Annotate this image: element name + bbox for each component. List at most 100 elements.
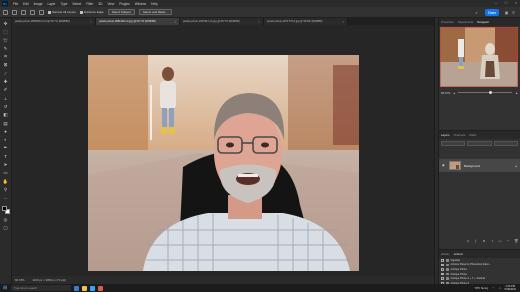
quick-selection-tool-icon[interactable]: ✎ [3, 46, 9, 51]
delete-layer-icon[interactable]: 🗑︎ [514, 239, 518, 243]
menu-edit[interactable]: Edit [23, 2, 29, 6]
more-tools-icon[interactable]: … [3, 195, 9, 200]
tab-document-4[interactable]: pexels-photo-2671775-d.jpg @ 56.6% (RGB/… [264, 18, 348, 25]
quick-selection-tool-icon[interactable] [12, 9, 17, 15]
foreground-color-swatch[interactable] [1, 205, 7, 211]
menu-layer[interactable]: Layer [48, 2, 56, 6]
action-toggle-checkbox[interactable] [441, 268, 444, 271]
select-subject-button[interactable]: Select Subject [107, 9, 135, 15]
tab-properties[interactable]: Properties [441, 20, 454, 24]
zoom-in-icon[interactable]: ▲ [515, 91, 518, 95]
new-layer-icon[interactable]: + [506, 239, 510, 243]
brush-size-icon[interactable] [39, 9, 44, 15]
sample-all-layers-checkbox[interactable]: Sample All Layers [48, 10, 76, 14]
search-icon[interactable]: ⌕ [474, 10, 479, 15]
menu-image[interactable]: Image [34, 2, 43, 6]
brush-tool-icon[interactable]: ✐ [3, 87, 9, 92]
adjustment-layer-icon[interactable]: ◑ [490, 239, 494, 243]
subtract-from-selection-icon[interactable] [30, 9, 35, 15]
wifi-icon[interactable]: ◠ [492, 287, 494, 290]
visibility-eye-icon[interactable]: ◉ [442, 164, 446, 167]
layer-row[interactable]: ◉ Background 🔒︎ [439, 159, 520, 172]
menu-help[interactable]: Help [151, 2, 158, 6]
clone-stamp-tool-icon[interactable]: ⊥ [3, 96, 9, 101]
menu-3d[interactable]: 3D [98, 2, 102, 6]
action-toggle-checkbox[interactable] [441, 259, 444, 262]
tab-document-2[interactable]: pexels-photo-1581320-v4.jpg @ 66.7% (RGB… [96, 18, 180, 25]
close-icon[interactable]: × [90, 20, 92, 24]
menu-filter[interactable]: Filter [86, 2, 93, 6]
add-mask-icon[interactable]: ◘ [482, 239, 486, 243]
blur-tool-icon[interactable]: ● [3, 129, 9, 134]
tab-document-1[interactable]: pexels-photo-1805000-t4.tif @ 66.7% (RGB… [12, 18, 96, 25]
navigator-preview[interactable] [440, 27, 518, 87]
action-toggle-checkbox[interactable] [441, 272, 444, 276]
close-icon[interactable]: × [174, 20, 176, 24]
photoshop-taskbar-icon[interactable] [90, 285, 95, 291]
select-and-mask-button[interactable]: Select and Mask... [138, 9, 172, 15]
lock-icon[interactable]: 🔒︎ [515, 164, 517, 168]
zoom-out-icon[interactable]: ▴ [454, 91, 455, 95]
action-toggle-checkbox[interactable] [441, 277, 444, 280]
new-group-icon[interactable]: ▭ [498, 239, 502, 243]
document-canvas[interactable] [88, 55, 359, 271]
layer-kind-filter[interactable] [441, 141, 466, 146]
blend-mode-select[interactable] [467, 141, 492, 146]
weather-readout[interactable]: 79°F Sunny [475, 287, 489, 290]
zoom-readout[interactable]: 66.67% [15, 278, 25, 282]
navigator-zoom-value[interactable]: 66.67% [441, 91, 451, 95]
tab-paths[interactable]: Paths [469, 133, 476, 137]
shape-tool-icon[interactable]: ▭ [3, 170, 9, 175]
lasso-tool-icon[interactable]: ➰ [3, 38, 9, 43]
tab-history[interactable]: History [441, 252, 450, 256]
zoom-icon[interactable]: ⚲ [511, 10, 516, 15]
share-button[interactable]: Share [485, 9, 499, 16]
frame-tool-icon[interactable]: ⊠ [3, 62, 9, 67]
tab-document-3[interactable]: pexels-photo-1637947-y4.jpg @ 66.7% (RGB… [180, 18, 264, 25]
gradient-tool-icon[interactable]: ▤ [3, 121, 9, 126]
type-tool-icon[interactable]: T [3, 154, 9, 159]
fx-icon[interactable]: ƒ [474, 239, 478, 243]
zoom-slider[interactable] [457, 90, 513, 94]
menu-window[interactable]: Window [135, 2, 146, 6]
color-swatches[interactable] [1, 205, 10, 214]
minimize-icon[interactable]: – [494, 1, 498, 5]
crop-tool-icon[interactable]: ⌗ [3, 54, 9, 59]
clock[interactable]: 4:36 PM 5/18/2022 [504, 285, 516, 291]
zoom-tool-icon[interactable]: ⚲ [3, 187, 9, 192]
windows-start-icon[interactable]: ⊞ [3, 285, 8, 291]
action-toggle-checkbox[interactable] [441, 263, 444, 267]
menu-view[interactable]: View [107, 2, 114, 6]
path-selection-tool-icon[interactable]: ➤ [3, 162, 9, 167]
eyedropper-tool-icon[interactable]: ⁄ [3, 71, 9, 76]
eraser-tool-icon[interactable]: ◧ [3, 112, 9, 117]
marquee-tool-icon[interactable]: ⬚ [3, 29, 9, 34]
chrome-app-icon[interactable] [98, 285, 103, 291]
history-brush-tool-icon[interactable]: ↺ [3, 104, 9, 109]
add-to-selection-icon[interactable] [21, 9, 26, 15]
workspace-icon[interactable]: ▣ [504, 10, 509, 15]
link-layers-icon[interactable]: ∞ [466, 239, 470, 243]
pen-tool-icon[interactable]: ✒ [3, 145, 9, 150]
screen-mode-icon[interactable]: ▢ [3, 225, 9, 230]
menu-plugins[interactable]: Plugins [119, 2, 129, 6]
layer-name[interactable]: Background [464, 164, 512, 168]
close-icon[interactable]: × [514, 1, 518, 5]
menu-type[interactable]: Type [60, 2, 67, 6]
zoom-slider-handle[interactable] [488, 90, 492, 94]
quick-mask-icon[interactable]: ◎ [3, 217, 9, 222]
menu-file[interactable]: File [13, 2, 18, 6]
move-tool-icon[interactable]: ✥ [3, 21, 9, 26]
tab-layers[interactable]: Layers [441, 133, 449, 137]
enhance-edge-checkbox[interactable]: Enhance Edge [80, 10, 104, 14]
healing-brush-tool-icon[interactable]: ✚ [3, 79, 9, 84]
tab-actions[interactable]: Actions [454, 252, 463, 256]
opacity-field[interactable] [493, 141, 518, 146]
close-icon[interactable]: × [258, 20, 260, 24]
file-explorer-icon[interactable] [82, 285, 87, 291]
tab-channels[interactable]: Channels [453, 133, 465, 137]
hand-tool-icon[interactable]: ✋ [3, 179, 9, 184]
edge-app-icon[interactable] [74, 285, 79, 291]
taskbar-search-input[interactable]: Type here to search [11, 285, 71, 291]
dodge-tool-icon[interactable]: ◐ [3, 137, 9, 142]
